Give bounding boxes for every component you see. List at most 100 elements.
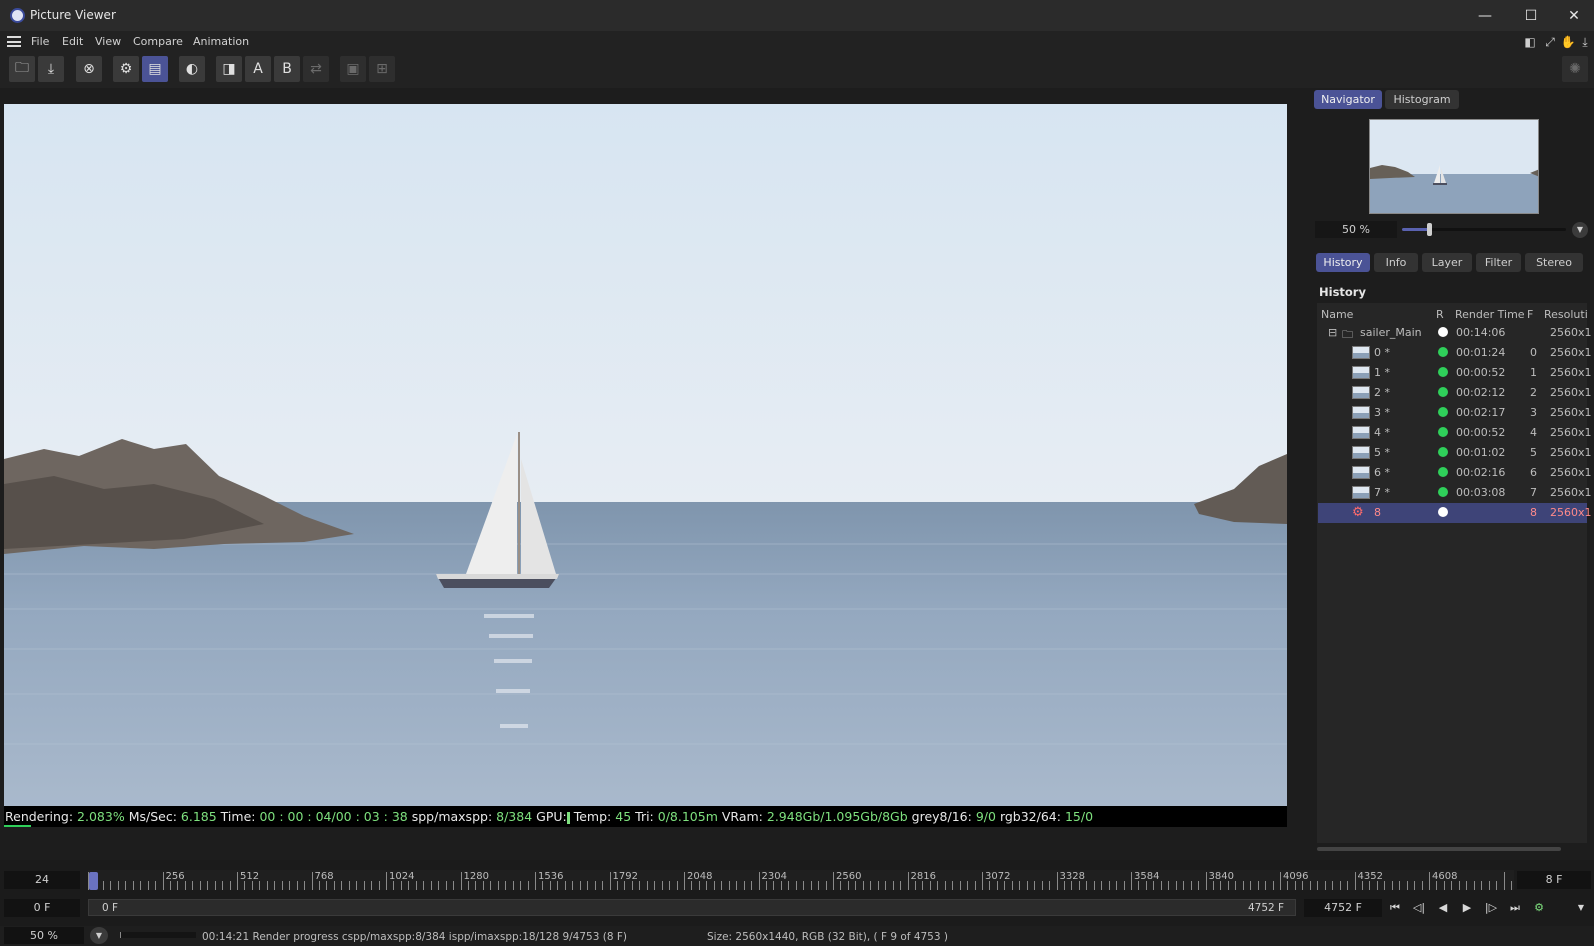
- tab-stereo[interactable]: Stereo: [1525, 253, 1583, 272]
- collapse-toggle-icon[interactable]: ⊟: [1328, 326, 1337, 339]
- maximize-button[interactable]: ☐: [1508, 0, 1554, 31]
- open-folder-icon[interactable]: 🗀: [9, 56, 35, 82]
- start-frame-field[interactable]: 0 F: [4, 899, 80, 917]
- pin-icon[interactable]: ⤓: [1577, 34, 1593, 50]
- bottom-zoom-field[interactable]: 50 %: [4, 927, 84, 944]
- ruler-tick: [341, 881, 342, 890]
- timeline-playhead[interactable]: [89, 872, 98, 890]
- bottom-zoom-chevron-icon[interactable]: ▼: [90, 927, 108, 944]
- menu-view[interactable]: View: [95, 35, 121, 48]
- ruler-tick: [200, 881, 201, 890]
- current-frame-field[interactable]: 8 F: [1517, 871, 1591, 889]
- external-window-icon[interactable]: ⤢: [1542, 34, 1558, 50]
- timeline-ruler[interactable]: 0256512768102412801536179220482304256028…: [88, 870, 1514, 890]
- navigator-thumbnail[interactable]: [1369, 119, 1539, 214]
- ruler-label: 3584: [1134, 871, 1160, 882]
- history-row[interactable]: ⊟ 🗀 sailer_Main 00:14:06 2560x1: [1318, 323, 1592, 343]
- end-frame-field[interactable]: 4752 F: [1304, 899, 1382, 917]
- temp-value: 45: [615, 809, 632, 824]
- ruler-tick: [975, 881, 976, 890]
- save-download-icon[interactable]: ⤓: [38, 56, 64, 82]
- ruler-tick: [319, 881, 320, 890]
- interactive-render-icon[interactable]: ▤: [142, 56, 168, 82]
- menu-edit[interactable]: Edit: [62, 35, 83, 48]
- column-name[interactable]: Name: [1321, 308, 1353, 321]
- history-row[interactable]: 6 * 00:02:16 6 2560x1: [1318, 463, 1592, 483]
- ruler-tick: [1034, 881, 1035, 890]
- history-row[interactable]: 5 * 00:01:02 5 2560x1: [1318, 443, 1592, 463]
- fps-field[interactable]: 24: [4, 871, 80, 889]
- go-to-end-icon[interactable]: ⏭: [1506, 899, 1524, 917]
- menu-animation[interactable]: Animation: [193, 35, 249, 48]
- column-f[interactable]: F: [1527, 308, 1533, 321]
- chevron-down-icon[interactable]: ▼: [1572, 222, 1588, 238]
- navigator-zoom-field[interactable]: 50 %: [1315, 221, 1397, 238]
- spp-value: 8/384: [496, 809, 533, 824]
- ruler-tick: [595, 881, 596, 890]
- ruler-tick: [483, 881, 484, 890]
- menu-file[interactable]: File: [31, 35, 49, 48]
- hand-pan-icon[interactable]: ✋: [1560, 34, 1576, 50]
- overlay-icon[interactable]: ⊞: [369, 56, 395, 82]
- grey-value: 9/0: [975, 809, 996, 824]
- ruler-tick: [989, 881, 990, 890]
- ruler-tick: [1377, 881, 1378, 890]
- go-to-start-icon[interactable]: ⏮: [1386, 899, 1404, 917]
- play-forward-icon[interactable]: ▶: [1458, 899, 1476, 917]
- play-backward-icon[interactable]: ◀: [1434, 899, 1452, 917]
- difference-icon[interactable]: ▣: [340, 56, 366, 82]
- tab-info[interactable]: Info: [1374, 253, 1418, 272]
- tab-history[interactable]: History: [1316, 253, 1370, 272]
- step-back-icon[interactable]: ◁|: [1410, 899, 1428, 917]
- column-render-time[interactable]: Render Time: [1455, 308, 1525, 321]
- loop-render-icon[interactable]: ⚙: [1530, 899, 1548, 917]
- tab-layer[interactable]: Layer: [1422, 253, 1472, 272]
- history-row[interactable]: 3 * 00:02:17 3 2560x1: [1318, 403, 1592, 423]
- ruler-tick: [475, 881, 476, 890]
- history-row[interactable]: 4 * 00:00:52 4 2560x1: [1318, 423, 1592, 443]
- history-resolution: 2560x1: [1550, 326, 1592, 339]
- render-status-line: Rendering: 2.083% Ms/Sec: 6.185 Time: 00…: [4, 806, 1287, 827]
- tab-histogram[interactable]: Histogram: [1385, 90, 1459, 109]
- history-row[interactable]: ⚙ 8 8 2560x1: [1318, 503, 1592, 523]
- column-r[interactable]: R: [1436, 308, 1444, 321]
- ruler-label: 1536: [538, 871, 564, 882]
- history-row[interactable]: 7 * 00:03:08 7 2560x1: [1318, 483, 1592, 503]
- ruler-tick: [1265, 881, 1266, 890]
- render-settings-icon[interactable]: ✺: [1562, 56, 1588, 82]
- stop-render-icon[interactable]: ⊗: [76, 56, 102, 82]
- region-render-icon[interactable]: ⚙: [113, 56, 139, 82]
- tab-filter[interactable]: Filter: [1476, 253, 1521, 272]
- swap-ab-icon[interactable]: ⇄: [303, 56, 329, 82]
- hamburger-menu-icon[interactable]: [7, 36, 21, 47]
- contrast-icon[interactable]: ◐: [179, 56, 205, 82]
- history-render-time: 00:02:17: [1456, 406, 1506, 419]
- timeline-options-icon[interactable]: ▼: [1572, 899, 1590, 917]
- step-forward-icon[interactable]: |▷: [1482, 899, 1500, 917]
- split-compare-icon[interactable]: ◨: [216, 56, 242, 82]
- ruler-tick: [624, 881, 625, 890]
- close-button[interactable]: ✕: [1554, 0, 1594, 31]
- history-row[interactable]: 2 * 00:02:12 2 2560x1: [1318, 383, 1592, 403]
- ruler-tick: [669, 881, 670, 890]
- column-resolution[interactable]: Resoluti: [1544, 308, 1588, 321]
- zoom-slider-handle[interactable]: [1427, 223, 1432, 236]
- tab-navigator[interactable]: Navigator: [1314, 90, 1382, 109]
- ruler-tick: [237, 872, 238, 890]
- layout-panel-icon[interactable]: ◧: [1522, 34, 1538, 50]
- history-scrollbar[interactable]: [1317, 847, 1561, 851]
- render-viewport[interactable]: [4, 104, 1287, 806]
- frame-range-bar[interactable]: [88, 899, 1296, 916]
- ruler-tick: [1414, 881, 1415, 890]
- set-b-icon[interactable]: B: [274, 56, 300, 82]
- set-a-icon[interactable]: A: [245, 56, 271, 82]
- history-frame: 0: [1530, 346, 1537, 359]
- minimize-button[interactable]: —: [1462, 0, 1508, 31]
- history-row[interactable]: 0 * 00:01:24 0 2560x1: [1318, 343, 1592, 363]
- ruler-tick: [282, 881, 283, 890]
- history-row[interactable]: 1 * 00:00:52 1 2560x1: [1318, 363, 1592, 383]
- app-logo-icon: [10, 8, 25, 23]
- history-name: 4 *: [1374, 426, 1390, 439]
- ruler-tick: [528, 881, 529, 890]
- menu-compare[interactable]: Compare: [133, 35, 183, 48]
